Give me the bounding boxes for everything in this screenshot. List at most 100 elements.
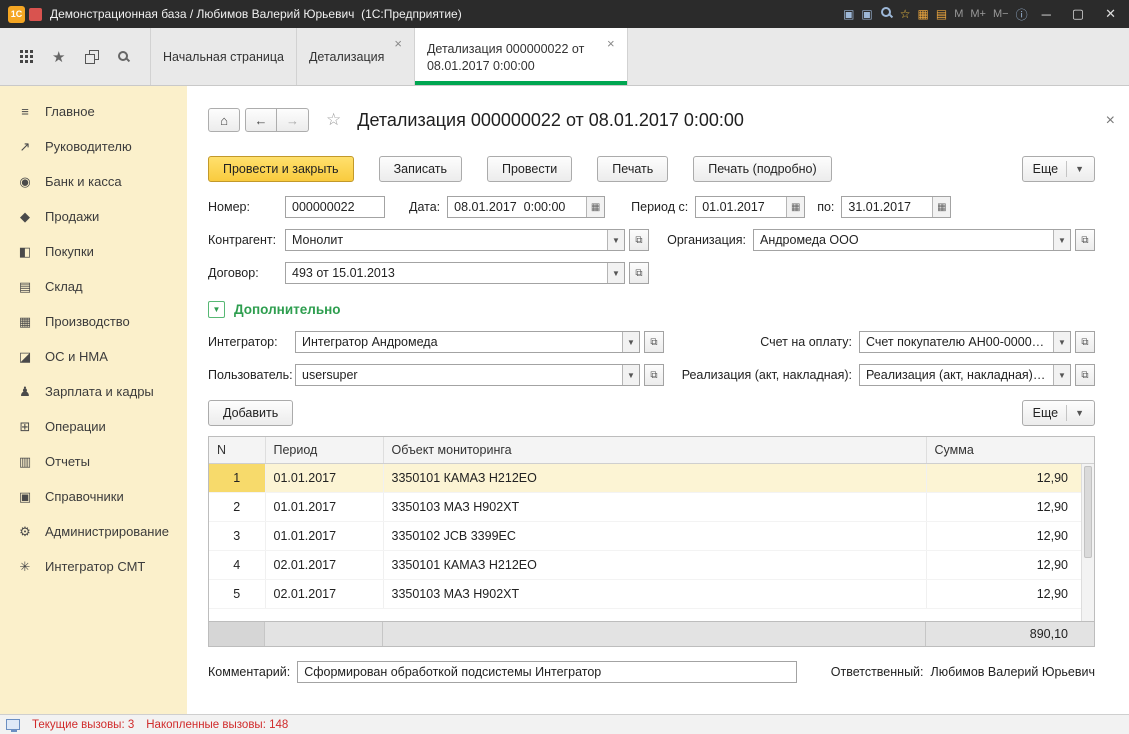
favorites-icon[interactable]: ★ <box>52 48 65 66</box>
add-button[interactable]: Добавить <box>208 400 293 426</box>
open-contractor-button[interactable]: ⧉ <box>629 229 649 251</box>
table-cell[interactable]: 3350103 МАЗ Н902ХТ <box>383 492 926 521</box>
tab-close-icon[interactable]: × <box>607 36 615 51</box>
period-from-input[interactable]: 01.01.2017▦ <box>695 196 805 218</box>
info-icon[interactable]: ⓘ <box>1016 6 1028 23</box>
number-input[interactable]: 000000022 <box>285 196 385 218</box>
calculator-icon[interactable]: ▤ <box>936 7 947 21</box>
table-row[interactable]: 4 02.01.2017 3350101 КАМАЗ Н212ЕО 12,90 <box>209 550 1094 579</box>
write-button[interactable]: Записать <box>379 156 462 182</box>
tab-home[interactable]: Начальная страница <box>150 28 296 85</box>
comment-input[interactable]: Сформирован обработкой подсистемы Интегр… <box>297 661 797 683</box>
panel-icon[interactable]: ▣ <box>843 7 854 21</box>
chevron-down-icon[interactable]: ▼ <box>1053 230 1070 250</box>
table-cell[interactable]: 01.01.2017 <box>265 463 383 492</box>
table-cell[interactable]: 4 <box>209 550 265 579</box>
table-row[interactable]: 5 02.01.2017 3350103 МАЗ Н902ХТ 12,90 <box>209 579 1094 608</box>
contractor-input[interactable]: Монолит▼ <box>285 229 625 251</box>
table-row[interactable]: 1 01.01.2017 3350101 КАМАЗ Н212ЕО 12,90 <box>209 463 1094 492</box>
post-and-close-button[interactable]: Провести и закрыть <box>208 156 354 182</box>
chevron-down-icon[interactable]: ▼ <box>1053 332 1070 352</box>
print-button[interactable]: Печать <box>597 156 668 182</box>
integrator-input[interactable]: Интегратор Андромеда▼ <box>295 331 640 353</box>
post-button[interactable]: Провести <box>487 156 572 182</box>
sidebar-item-warehouse[interactable]: ▤Склад <box>0 269 187 304</box>
column-header-period[interactable]: Период <box>265 437 383 463</box>
sidebar-item-administration[interactable]: ⚙Администрирование <box>0 514 187 549</box>
favorite-star-icon[interactable]: ☆ <box>326 110 341 130</box>
more-button[interactable]: Еще ▼ <box>1022 156 1095 182</box>
tab-detalization-document[interactable]: Детализация 000000022 от 08.01.2017 0:00… <box>414 28 628 85</box>
memory-plus-label[interactable]: M+ <box>970 8 986 20</box>
user-input[interactable]: usersuper▼ <box>295 364 640 386</box>
open-invoice-button[interactable]: ⧉ <box>1075 331 1095 353</box>
tab-close-icon[interactable]: × <box>394 36 402 51</box>
sidebar-item-salary-hr[interactable]: ♟Зарплата и кадры <box>0 374 187 409</box>
table-cell[interactable]: 3350101 КАМАЗ Н212ЕО <box>383 550 926 579</box>
open-realization-button[interactable]: ⧉ <box>1075 364 1095 386</box>
table-cell[interactable]: 02.01.2017 <box>265 579 383 608</box>
history-icon[interactable] <box>85 50 98 63</box>
search-doc-icon[interactable] <box>880 6 893 22</box>
collapse-section-button[interactable]: ▼ <box>208 301 225 318</box>
print-detailed-button[interactable]: Печать (подробно) <box>693 156 831 182</box>
invoice-input[interactable]: Счет покупателю АН00-000001 с▼ <box>859 331 1071 353</box>
sidebar-item-sales[interactable]: ◆Продажи <box>0 199 187 234</box>
organization-input[interactable]: Андромеда ООО▼ <box>753 229 1071 251</box>
back-button[interactable]: ← <box>245 108 277 132</box>
open-organization-button[interactable]: ⧉ <box>1075 229 1095 251</box>
table-cell[interactable]: 12,90 <box>926 550 1094 579</box>
table-cell[interactable]: 12,90 <box>926 579 1094 608</box>
search-icon[interactable] <box>117 50 130 63</box>
chevron-down-icon[interactable]: ▼ <box>1053 365 1070 385</box>
calendar-icon[interactable]: ▦ <box>918 7 929 21</box>
minimize-button[interactable]: ─ <box>1035 7 1058 22</box>
column-header-sum[interactable]: Сумма <box>926 437 1094 463</box>
favorites-add-icon[interactable]: ☆ <box>900 7 911 21</box>
sidebar-item-catalogs[interactable]: ▣Справочники <box>0 479 187 514</box>
items-more-button[interactable]: Еще ▼ <box>1022 400 1095 426</box>
main-menu-icon[interactable] <box>20 50 33 63</box>
sidebar-item-operations[interactable]: ⊞Операции <box>0 409 187 444</box>
sidebar-item-bank-cash[interactable]: ◉Банк и касса <box>0 164 187 199</box>
table-cell[interactable]: 12,90 <box>926 521 1094 550</box>
date-input[interactable]: 08.01.2017 0:00:00▦ <box>447 196 605 218</box>
contract-input[interactable]: 493 от 15.01.2013▼ <box>285 262 625 284</box>
chevron-down-icon[interactable]: ▼ <box>607 263 624 283</box>
sidebar-item-main[interactable]: ≡Главное <box>0 94 187 129</box>
table-cell[interactable]: 3350102 JCB 3399ЕС <box>383 521 926 550</box>
table-cell[interactable]: 02.01.2017 <box>265 550 383 579</box>
realization-input[interactable]: Реализация (акт, накладная) АН▼ <box>859 364 1071 386</box>
chevron-down-icon[interactable]: ▼ <box>622 365 639 385</box>
close-button[interactable]: ✕ <box>1098 6 1123 22</box>
table-row[interactable]: 2 01.01.2017 3350103 МАЗ Н902ХТ 12,90 <box>209 492 1094 521</box>
table-cell[interactable]: 3350103 МАЗ Н902ХТ <box>383 579 926 608</box>
table-cell[interactable]: 5 <box>209 579 265 608</box>
calls-indicator-icon[interactable] <box>6 719 20 730</box>
column-header-object[interactable]: Объект мониторинга <box>383 437 926 463</box>
column-header-n[interactable]: N <box>209 437 265 463</box>
chevron-down-icon[interactable]: ▼ <box>622 332 639 352</box>
home-button[interactable]: ⌂ <box>208 108 240 132</box>
table-cell[interactable]: 1 <box>209 463 265 492</box>
scrollbar-thumb[interactable] <box>1084 466 1092 558</box>
open-integrator-button[interactable]: ⧉ <box>644 331 664 353</box>
table-cell[interactable]: 3350101 КАМАЗ Н212ЕО <box>383 463 926 492</box>
sidebar-item-reports[interactable]: ▥Отчеты <box>0 444 187 479</box>
section-title[interactable]: Дополнительно <box>234 302 341 317</box>
calendar-icon[interactable]: ▦ <box>786 197 804 217</box>
sidebar-item-manager[interactable]: ↗Руководителю <box>0 129 187 164</box>
forward-button[interactable]: → <box>277 108 309 132</box>
calendar-icon[interactable]: ▦ <box>932 197 950 217</box>
table-cell[interactable]: 12,90 <box>926 463 1094 492</box>
panels-icon[interactable]: ▣ <box>861 7 872 21</box>
table-cell[interactable]: 3 <box>209 521 265 550</box>
table-scrollbar[interactable] <box>1081 464 1094 621</box>
memory-minus-label[interactable]: M− <box>993 8 1009 20</box>
table-cell[interactable]: 01.01.2017 <box>265 521 383 550</box>
table-cell[interactable]: 01.01.2017 <box>265 492 383 521</box>
tab-detalization[interactable]: Детализация × <box>296 28 414 85</box>
table-row[interactable]: 3 01.01.2017 3350102 JCB 3399ЕС 12,90 <box>209 521 1094 550</box>
open-contract-button[interactable]: ⧉ <box>629 262 649 284</box>
chevron-down-icon[interactable]: ▼ <box>607 230 624 250</box>
